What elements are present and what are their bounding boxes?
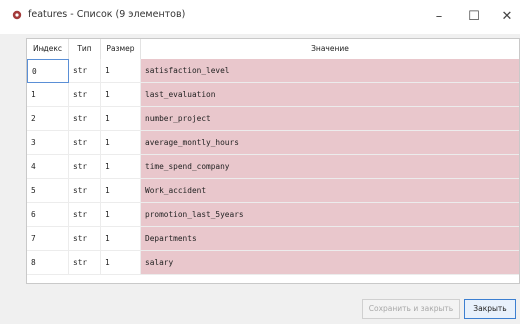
list-table: ▲ Индекс Тип Размер Значение 0 str 1 satisf… [26, 38, 520, 284]
title-bar: features - Список (9 элементов) – ☐ ✕ [0, 0, 520, 34]
table-row[interactable]: 4 str 1 time_spend_company [27, 155, 519, 179]
cell-value[interactable]: time_spend_company [141, 155, 519, 179]
close-button[interactable]: Закрыть [464, 299, 516, 319]
cell-value[interactable]: promotion_last_5years [141, 203, 519, 227]
cell-index[interactable]: 0 [27, 59, 69, 83]
save-and-close-button[interactable]: Сохранить и закрыть [362, 299, 460, 319]
cell-size[interactable]: 1 [101, 131, 141, 155]
cell-type[interactable]: str [69, 227, 101, 251]
cell-index[interactable]: 2 [27, 107, 69, 131]
column-header-type[interactable]: Тип [69, 39, 101, 59]
cell-size[interactable]: 1 [101, 227, 141, 251]
table-row[interactable]: 6 str 1 promotion_last_5years [27, 203, 519, 227]
close-window-button[interactable]: ✕ [490, 2, 520, 30]
window-title: features - Список (9 элементов) [28, 9, 186, 20]
cell-value[interactable]: satisfaction_level [141, 59, 519, 83]
cell-value[interactable]: last_evaluation [141, 83, 519, 107]
cell-type[interactable]: str [69, 131, 101, 155]
table-row[interactable]: 7 str 1 Departments [27, 227, 519, 251]
cell-index[interactable]: 5 [27, 179, 69, 203]
cell-value[interactable]: Work_accident [141, 179, 519, 203]
cell-value[interactable]: salary [141, 251, 519, 275]
cell-type[interactable]: str [69, 83, 101, 107]
cell-type[interactable]: str [69, 59, 101, 83]
cell-index[interactable]: 3 [27, 131, 69, 155]
cell-size[interactable]: 1 [101, 179, 141, 203]
column-header-index[interactable]: ▲ Индекс [27, 39, 69, 59]
gear-icon [12, 10, 22, 20]
cell-index[interactable]: 8 [27, 251, 69, 275]
table-row[interactable]: 3 str 1 average_montly_hours [27, 131, 519, 155]
cell-size[interactable]: 1 [101, 203, 141, 227]
minimize-button[interactable]: – [422, 2, 456, 30]
table-row[interactable]: 2 str 1 number_project [27, 107, 519, 131]
cell-index[interactable]: 7 [27, 227, 69, 251]
cell-value[interactable]: average_montly_hours [141, 131, 519, 155]
table-row[interactable]: 1 str 1 last_evaluation [27, 83, 519, 107]
cell-type[interactable]: str [69, 179, 101, 203]
cell-type[interactable]: str [69, 155, 101, 179]
maximize-button[interactable]: ☐ [457, 2, 491, 30]
table-row[interactable]: 8 str 1 salary [27, 251, 519, 275]
table-row[interactable]: 5 str 1 Work_accident [27, 179, 519, 203]
cell-index[interactable]: 1 [27, 83, 69, 107]
cell-index[interactable]: 6 [27, 203, 69, 227]
table-row[interactable]: 0 str 1 satisfaction_level [27, 59, 519, 83]
cell-type[interactable]: str [69, 107, 101, 131]
column-header-value[interactable]: Значение [141, 39, 519, 59]
cell-type[interactable]: str [69, 203, 101, 227]
column-header-size[interactable]: Размер [101, 39, 141, 59]
cell-size[interactable]: 1 [101, 59, 141, 83]
cell-size[interactable]: 1 [101, 155, 141, 179]
cell-value[interactable]: number_project [141, 107, 519, 131]
sort-arrow-icon: ▲ [41, 46, 45, 52]
cell-size[interactable]: 1 [101, 83, 141, 107]
cell-size[interactable]: 1 [101, 107, 141, 131]
cell-size[interactable]: 1 [101, 251, 141, 275]
cell-value[interactable]: Departments [141, 227, 519, 251]
table-header: ▲ Индекс Тип Размер Значение [27, 39, 519, 59]
cell-type[interactable]: str [69, 251, 101, 275]
cell-index[interactable]: 4 [27, 155, 69, 179]
